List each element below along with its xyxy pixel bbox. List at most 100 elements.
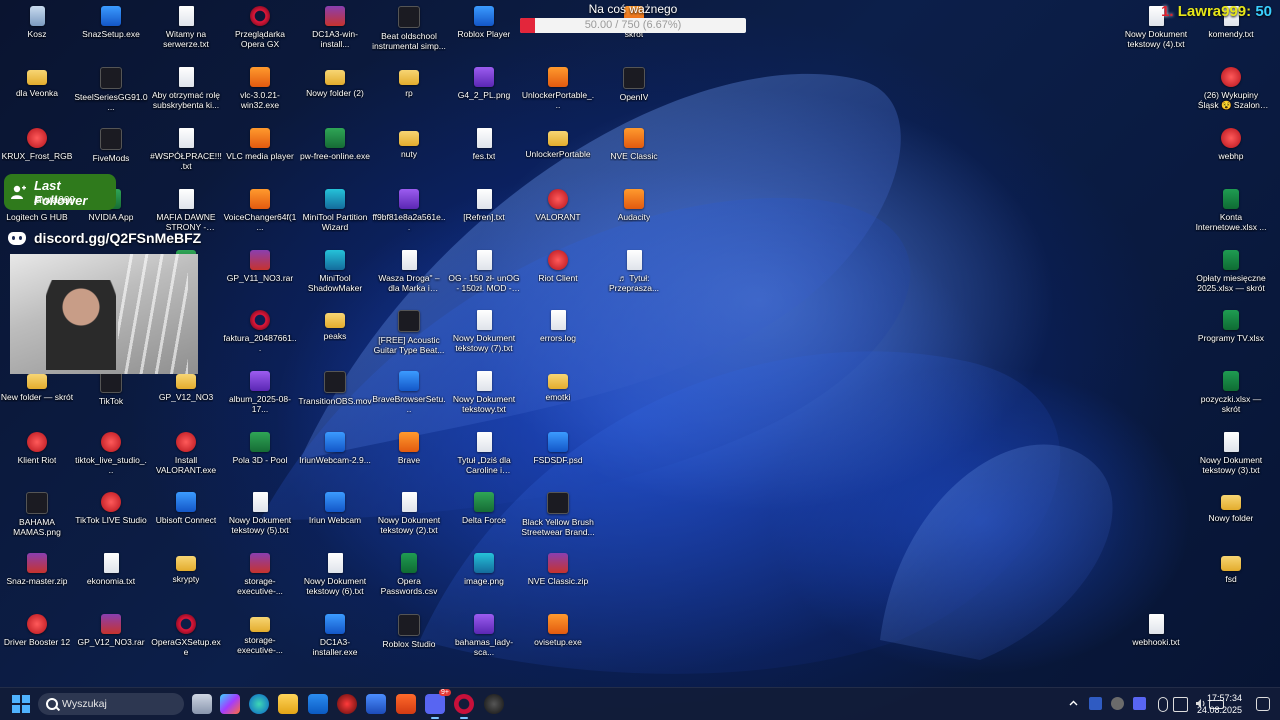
chevron-up-icon[interactable] <box>1067 697 1080 710</box>
desktop-icon[interactable]: SteelSeriesGG91.0... <box>74 63 148 112</box>
desktop-icon[interactable]: album_2025-08-17... <box>223 367 297 414</box>
settings-gear-icon[interactable] <box>1111 697 1124 710</box>
desktop-icon[interactable]: Delta Force <box>447 488 521 525</box>
desktop-icon[interactable]: Driver Booster 12 <box>0 610 74 647</box>
desktop-icon[interactable]: Ubisoft Connect <box>149 488 223 525</box>
desktop-icon[interactable]: Kosz <box>0 2 74 39</box>
desktop-icon[interactable]: Snaz-master.zip <box>0 549 74 586</box>
desktop-icon[interactable]: (26) Wykupiny Śląsk 😵 Szalony zaś osz... <box>1194 63 1268 110</box>
file-explorer-icon[interactable] <box>278 694 298 714</box>
desktop-icon[interactable]: bahamas_lady-sca... <box>447 610 521 657</box>
desktop-icon[interactable]: BraveBrowserSetu... <box>372 367 446 414</box>
desktop-icon[interactable]: Audacity <box>597 185 671 222</box>
desktop-icon[interactable]: Nowy Dokument tekstowy.txt <box>447 367 521 414</box>
desktop-icon[interactable]: Przeglądarka Opera GX <box>223 2 297 49</box>
desktop-icon[interactable]: OperaGXSetup.exe <box>149 610 223 657</box>
task-view-icon[interactable] <box>192 694 212 714</box>
desktop-icon[interactable]: Programy TV.xlsx <box>1194 306 1268 343</box>
desktop-icon[interactable]: tiktok_live_studio_... <box>74 428 148 475</box>
desktop-icon[interactable]: VoiceChanger64f(1... <box>223 185 297 232</box>
desktop-icon[interactable]: Nowy Dokument tekstowy (7).txt <box>447 306 521 353</box>
desktop-icon[interactable]: skrypty <box>149 549 223 584</box>
desktop-icon[interactable]: SnazSetup.exe <box>74 2 148 39</box>
desktop-icon[interactable]: Klient Riot <box>0 428 74 465</box>
desktop-icon[interactable]: DC1A3-win-install... <box>298 2 372 49</box>
obs-icon[interactable] <box>484 694 504 714</box>
microphone-icon[interactable] <box>1158 697 1168 712</box>
store-icon[interactable] <box>366 694 386 714</box>
desktop-icon[interactable]: NVE Classic <box>597 124 671 161</box>
desktop-icon[interactable]: Konta Internetowe.xlsx ... <box>1194 185 1268 232</box>
desktop-icon[interactable]: VALORANT <box>521 185 595 222</box>
desktop-icon[interactable]: GP_V11_NO3.rar <box>223 246 297 283</box>
desktop-icon[interactable]: VLC media player <box>223 124 297 161</box>
desktop-icon[interactable]: Beat oldschool instrumental simp... <box>372 2 446 51</box>
desktop-icon[interactable]: GP_V12_NO3.rar <box>74 610 148 647</box>
desktop-icon[interactable]: Witamy na serwerze.txt <box>149 2 223 49</box>
desktop-icon[interactable]: DC1A3-installer.exe <box>298 610 372 657</box>
desktop-icon[interactable]: FSDSDF.psd <box>521 428 595 465</box>
copilot-icon[interactable] <box>220 694 240 714</box>
desktop-icon[interactable]: errors.log <box>521 306 595 343</box>
desktop-icon[interactable]: image.png <box>447 549 521 586</box>
desktop-icon[interactable]: MiniTool Partition Wizard <box>298 185 372 232</box>
desktop-icon[interactable]: Roblox Studio <box>372 610 446 649</box>
desktop-icon[interactable]: storage-executive-... <box>223 549 297 596</box>
outlook-icon[interactable] <box>308 694 328 714</box>
desktop-icon[interactable]: ovisetup.exe <box>521 610 595 647</box>
desktop-icon[interactable]: MAFIA DAWNE STRONY - PREMI... <box>149 185 223 232</box>
desktop-icon[interactable]: Nowy Dokument tekstowy (3).txt <box>1194 428 1268 475</box>
desktop-icon[interactable]: Nowy Dokument tekstowy (2).txt <box>372 488 446 535</box>
desktop-icon[interactable]: [FREE] Acoustic Guitar Type Beat... <box>372 306 446 355</box>
desktop-icon[interactable]: Riot Client <box>521 246 595 283</box>
desktop-icon[interactable]: webhp <box>1194 124 1268 161</box>
desktop-icon[interactable]: Tytuł „Dziś dla Caroline i Marka".txt <box>447 428 521 475</box>
desktop-icon[interactable]: ff9bf81e8a2a561e... <box>372 185 446 232</box>
desktop-icon[interactable]: vlc-3.0.21-win32.exe <box>223 63 297 110</box>
notification-bell-icon[interactable] <box>1256 697 1270 711</box>
desktop-icon[interactable]: UnlockerPortable <box>521 124 595 159</box>
desktop-icon[interactable]: dla Veonka <box>0 63 74 98</box>
opera-icon[interactable] <box>454 694 474 719</box>
taskbar-search[interactable] <box>38 693 184 715</box>
desktop-icon[interactable]: IriunWebcam-2.9... <box>298 428 372 465</box>
desktop-icon[interactable]: Wasza Droga" – dla Marka i Caroline.txt <box>372 246 446 293</box>
desktop-icon[interactable]: storage-executive-... <box>223 610 297 655</box>
desktop-icon[interactable]: Nowy Dokument tekstowy (6).txt <box>298 549 372 596</box>
desktop-icon[interactable]: Opera Passwords.csv <box>372 549 446 596</box>
desktop-icon[interactable]: fes.txt <box>447 124 521 161</box>
desktop-icon[interactable]: [Refren].txt <box>447 185 521 222</box>
desktop-icon[interactable]: faktura_20487661... <box>223 306 297 353</box>
desktop-icon[interactable]: emotki <box>521 367 595 402</box>
desktop-icon[interactable]: KRUX_Frost_RGB <box>0 124 74 161</box>
desktop-icon[interactable]: Nowy Dokument tekstowy (5).txt <box>223 488 297 535</box>
desktop-icon[interactable]: TikTok LIVE Studio <box>74 488 148 525</box>
desktop-icon[interactable]: Roblox Player <box>447 2 521 39</box>
desktop-icon[interactable]: FiveMods <box>74 124 148 163</box>
desktop-icon[interactable]: UnlockerPortable_... <box>521 63 595 110</box>
desktop-icon[interactable]: pw-free-online.exe <box>298 124 372 161</box>
desktop-icon[interactable]: rp <box>372 63 446 98</box>
system-clock[interactable]: 17:57:34 24.08.2025 <box>1197 692 1242 716</box>
desktop-icon[interactable]: MiniTool ShadowMaker <box>298 246 372 293</box>
desktop-icon[interactable]: Brave <box>372 428 446 465</box>
opera-gx-icon[interactable] <box>337 694 357 714</box>
desktop-icon[interactable]: NVE Classic.zip <box>521 549 595 586</box>
start-button[interactable] <box>12 695 30 713</box>
desktop-icon[interactable]: webhooki.txt <box>1119 610 1193 647</box>
desktop-icon[interactable]: #WSPÓŁPRACE!!!.txt <box>149 124 223 171</box>
desktop-icon[interactable]: Aby otrzymać rolę subskrybenta ki... <box>149 63 223 110</box>
desktop-icon[interactable]: fsd <box>1194 549 1268 584</box>
search-input[interactable] <box>62 693 178 715</box>
edge-icon[interactable] <box>249 694 269 714</box>
desktop-icon[interactable]: nuty <box>372 124 446 159</box>
discord-tray-icon[interactable] <box>1133 697 1146 710</box>
discord-taskbar-icon[interactable]: 9+ <box>425 689 451 719</box>
steam-icon[interactable] <box>1089 697 1102 710</box>
desktop-icon[interactable]: OG - 150 zł- unOG - 150zł. MOD - 10.txt <box>447 246 521 293</box>
desktop-icon[interactable]: Install VALORANT.exe <box>149 428 223 475</box>
desktop-icon[interactable]: BAHAMA MAMAS.png <box>0 488 74 537</box>
desktop-icon[interactable]: pozyczki.xlsx — skrót <box>1194 367 1268 414</box>
desktop-icon[interactable]: Iriun Webcam <box>298 488 372 525</box>
desktop-icon[interactable]: peaks <box>298 306 372 341</box>
